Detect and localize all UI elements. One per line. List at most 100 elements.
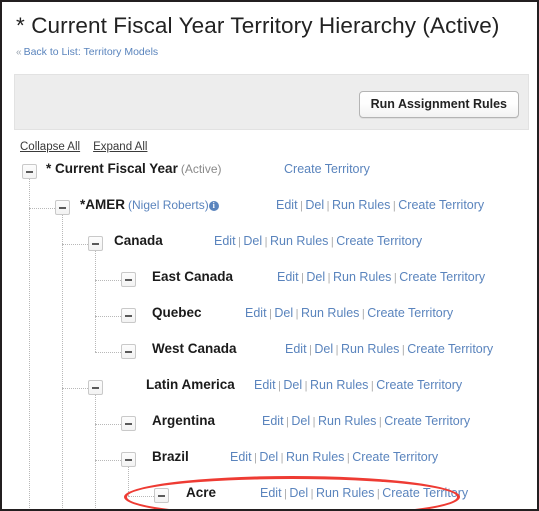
action-separator: |: [401, 344, 405, 356]
tree-node-row: West Canada Edit | Del | Run Rules | Create Ter…: [2, 338, 537, 374]
action-link-create-territory[interactable]: Create Territory: [336, 234, 422, 248]
collapse-toggle-icon[interactable]: [88, 236, 103, 251]
tree-node-label: * Current Fiscal Year (Active): [46, 161, 222, 176]
collapse-toggle-icon[interactable]: [121, 344, 136, 359]
tree-node-label: Canada: [114, 233, 163, 248]
tree-connector-line: [95, 395, 96, 509]
action-link-edit[interactable]: Edit: [214, 234, 236, 248]
action-link-del[interactable]: Del: [305, 198, 324, 212]
tree-node-row: Brazil Edit | Del | Run Rules | Create Territor…: [2, 446, 537, 482]
tree-node-label: Latin America: [146, 377, 235, 392]
collapse-toggle-icon[interactable]: [55, 200, 70, 215]
tree-node-actions: Edit | Del | Run Rules | Create Territory: [262, 414, 470, 428]
tree-node-name: East Canada: [152, 269, 234, 284]
action-link-create-territory[interactable]: Create Territory: [376, 378, 462, 392]
action-link-edit[interactable]: Edit: [276, 198, 298, 212]
action-link-del[interactable]: Del: [306, 270, 325, 284]
tree-node-actions: Edit | Del | Run Rules | Create Territory: [277, 270, 485, 284]
action-link-del[interactable]: Del: [291, 414, 310, 428]
action-link-run-rules[interactable]: Run Rules: [341, 342, 399, 356]
expand-all-link[interactable]: Expand All: [93, 141, 147, 153]
tree-node-row: Latin America Edit | Del | Run Rules | Create T…: [2, 374, 537, 410]
action-separator: |: [300, 200, 303, 212]
action-toolbar: Run Assignment Rules: [14, 74, 529, 130]
tree-node-name: Acre: [186, 485, 217, 500]
tree-connector-line: [95, 352, 121, 353]
action-link-create-territory[interactable]: Create Territory: [407, 342, 493, 356]
collapse-toggle-icon[interactable]: [121, 416, 136, 431]
chevron-left-icon: «: [16, 47, 22, 58]
action-separator: |: [378, 416, 382, 428]
action-link-edit[interactable]: Edit: [254, 378, 276, 392]
action-link-create-territory[interactable]: Create Territory: [367, 306, 453, 320]
tree-connector-line: [95, 251, 96, 352]
collapse-toggle-icon[interactable]: [121, 272, 136, 287]
tree-node-actions: Edit | Del | Run Rules | Create Territory: [285, 342, 493, 356]
tree-connector-line: [95, 460, 121, 461]
tree-connector-line: [128, 467, 129, 496]
action-separator: |: [361, 308, 365, 320]
tree-controls: Collapse All Expand All: [20, 141, 160, 153]
collapse-all-link[interactable]: Collapse All: [20, 141, 80, 153]
action-link-run-rules[interactable]: Run Rules: [333, 270, 391, 284]
action-link-edit[interactable]: Edit: [285, 342, 307, 356]
collapse-toggle-icon[interactable]: [88, 380, 103, 395]
action-link-edit[interactable]: Edit: [277, 270, 299, 284]
action-link-create-territory[interactable]: Create Territory: [384, 414, 470, 428]
collapse-toggle-icon[interactable]: [22, 164, 37, 179]
action-link-run-rules[interactable]: Run Rules: [286, 450, 344, 464]
back-to-list-link[interactable]: Back to List: Territory Models: [24, 46, 159, 58]
action-link-create-territory[interactable]: Create Territory: [399, 270, 485, 284]
tree-node-name: Quebec: [152, 305, 202, 320]
tree-node-row: Quebec Edit | Del | Run Rules | Create Territor…: [2, 302, 537, 338]
action-link-create-territory[interactable]: Create Territory: [352, 450, 438, 464]
action-separator: |: [370, 380, 374, 392]
tree-node-actions: Edit | Del | Run Rules | Create Territory: [230, 450, 438, 464]
tree-node-label: Acre: [186, 485, 216, 500]
tree-node-label: Argentina: [152, 413, 215, 428]
tree-node-name: Brazil: [152, 449, 189, 464]
action-link-del[interactable]: Del: [259, 450, 278, 464]
action-separator: |: [393, 272, 397, 284]
action-separator: |: [284, 488, 287, 500]
action-link-run-rules[interactable]: Run Rules: [270, 234, 328, 248]
action-separator: |: [376, 488, 380, 500]
tree-node-actions: Edit | Del | Run Rules | Create Territory: [254, 378, 462, 392]
action-separator: |: [327, 272, 331, 284]
action-link-create-territory[interactable]: Create Territory: [382, 486, 468, 500]
tree-node-row: East Canada Edit | Del | Run Rules | Create Ter…: [2, 266, 537, 302]
collapse-toggle-icon[interactable]: [121, 452, 136, 467]
action-link-del[interactable]: Del: [289, 486, 308, 500]
tree-node-label: Brazil: [152, 449, 189, 464]
tree-node-label: Quebec: [152, 305, 202, 320]
collapse-toggle-icon[interactable]: [154, 488, 169, 503]
collapse-toggle-icon[interactable]: [121, 308, 136, 323]
run-assignment-rules-button[interactable]: Run Assignment Rules: [358, 91, 519, 118]
tree-node-row: Canada Edit | Del | Run Rules | Create Territor…: [2, 230, 537, 266]
action-link-del[interactable]: Del: [243, 234, 262, 248]
action-separator: |: [278, 380, 281, 392]
action-link-run-rules[interactable]: Run Rules: [301, 306, 359, 320]
action-link-run-rules[interactable]: Run Rules: [318, 414, 376, 428]
tree-node-actions: Edit | Del | Run Rules | Create Territory: [260, 486, 468, 500]
action-link-run-rules[interactable]: Run Rules: [316, 486, 374, 500]
action-link-edit[interactable]: Edit: [262, 414, 284, 428]
action-link-create-territory[interactable]: Create Territory: [398, 198, 484, 212]
tree-node-row: *AMER (Nigel Roberts) i Edit | Del | Run Rules |…: [2, 194, 537, 230]
territory-hierarchy-page: * Current Fiscal Year Territory Hierarch…: [0, 0, 539, 511]
action-link-del[interactable]: Del: [283, 378, 302, 392]
action-link-edit[interactable]: Edit: [230, 450, 252, 464]
action-link-run-rules[interactable]: Run Rules: [310, 378, 368, 392]
info-circle-icon[interactable]: i: [208, 201, 219, 211]
tree-node-name: Latin America: [146, 377, 235, 392]
action-separator: |: [280, 452, 284, 464]
tree-node-row: Argentina Edit | Del | Run Rules | Create Terri…: [2, 410, 537, 446]
action-link-del[interactable]: Del: [274, 306, 293, 320]
tree-node-actions: Edit | Del | Run Rules | Create Territory: [214, 234, 422, 248]
action-link-del[interactable]: Del: [314, 342, 333, 356]
action-link-create-territory[interactable]: Create Territory: [284, 162, 370, 176]
action-link-edit[interactable]: Edit: [260, 486, 282, 500]
action-link-run-rules[interactable]: Run Rules: [332, 198, 390, 212]
action-link-edit[interactable]: Edit: [245, 306, 267, 320]
tree-connector-line: [128, 496, 154, 497]
